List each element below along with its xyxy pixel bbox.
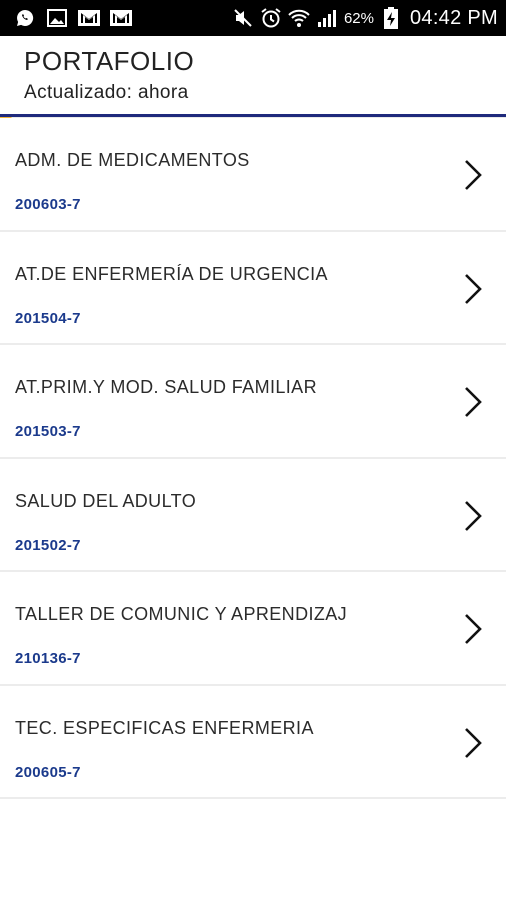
- image-icon: [46, 7, 68, 29]
- course-name: TEC. ESPECIFICAS ENFERMERIA: [15, 717, 314, 738]
- system-indicators: 62% 04:42 PM: [232, 7, 498, 30]
- list-item[interactable]: SALUD DEL ADULTO 201502-7: [0, 458, 506, 572]
- status-bar: 62% 04:42 PM: [0, 0, 506, 36]
- list-item[interactable]: TALLER DE COMUNIC Y APRENDIZAJ 210136-7: [0, 572, 506, 686]
- course-code: 200605-7: [15, 763, 81, 781]
- app-header: PORTAFOLIO Actualizado: ahora: [0, 36, 506, 116]
- chevron-right-icon: [465, 500, 482, 531]
- battery-charging-icon: [380, 7, 402, 29]
- course-code: 210136-7: [15, 650, 81, 667]
- course-code: 200603-7: [15, 196, 81, 213]
- gmail-icon: [78, 7, 100, 29]
- chevron-right-icon: [465, 614, 482, 644]
- course-code: 201503-7: [15, 423, 81, 440]
- wifi-icon: [288, 7, 310, 29]
- chevron-right-icon: [465, 387, 482, 417]
- chevron-right-icon: [465, 727, 482, 758]
- whatsapp-icon: [14, 7, 36, 29]
- course-code: 201504-7: [15, 309, 81, 327]
- alarm-icon: [260, 7, 282, 29]
- list-item[interactable]: TEC. ESPECIFICAS ENFERMERIA 200605-7: [0, 685, 506, 799]
- page-title: PORTAFOLIO: [24, 46, 195, 76]
- course-name: ADM. DE MEDICAMENTOS: [15, 150, 250, 170]
- gmail-icon: [110, 7, 132, 29]
- chevron-right-icon: [465, 273, 482, 304]
- list-item[interactable]: ADM. DE MEDICAMENTOS 200603-7: [0, 118, 506, 232]
- signal-icon: [316, 7, 338, 29]
- course-name: AT.DE ENFERMERÍA DE URGENCIA: [15, 263, 328, 284]
- last-updated-label: Actualizado: ahora: [24, 82, 189, 103]
- course-name: AT.PRIM.Y MOD. SALUD FAMILIAR: [15, 377, 317, 397]
- chevron-right-icon: [465, 160, 482, 190]
- course-name: SALUD DEL ADULTO: [15, 490, 197, 511]
- list-item[interactable]: AT.PRIM.Y MOD. SALUD FAMILIAR 201503-7: [0, 345, 506, 459]
- mute-icon: [232, 7, 254, 29]
- battery-percent: 62%: [343, 9, 374, 27]
- list-item[interactable]: AT.DE ENFERMERÍA DE URGENCIA 201504-7: [0, 231, 506, 345]
- portfolio-list: ADM. DE MEDICAMENTOS 200603-7 AT.DE ENFE…: [0, 118, 506, 799]
- course-name: TALLER DE COMUNIC Y APRENDIZAJ: [15, 604, 348, 624]
- notification-icons: [14, 7, 132, 29]
- course-code: 201502-7: [15, 536, 81, 554]
- status-time: 04:42 PM: [409, 6, 498, 29]
